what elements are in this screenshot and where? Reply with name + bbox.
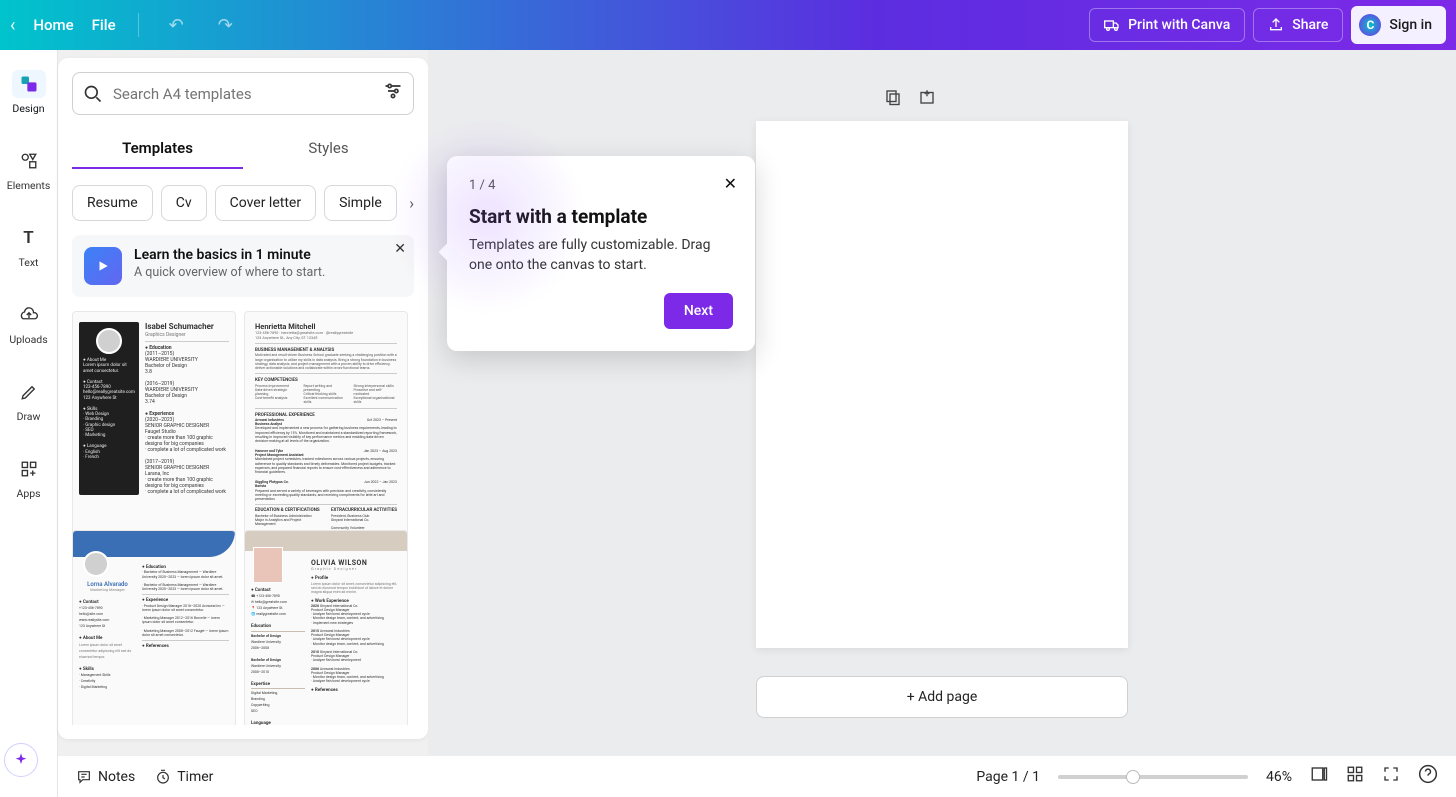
separator xyxy=(138,13,139,37)
template-isabel-schumacher[interactable]: ● About MeLorem ipsum dolor sit amet con… xyxy=(72,311,236,542)
notes-icon xyxy=(76,769,92,785)
fullscreen-icon[interactable] xyxy=(1382,765,1400,788)
zoom-knob[interactable] xyxy=(1126,770,1140,784)
learn-close-icon[interactable]: ✕ xyxy=(394,241,406,257)
elements-icon xyxy=(12,147,46,175)
canva-logo-icon: C xyxy=(1359,14,1381,36)
onboarding-popover: 1 / 4 ✕ Start with a template Templates … xyxy=(447,156,755,351)
filter-icon[interactable] xyxy=(383,81,403,106)
share-label: Share xyxy=(1292,17,1328,33)
file-menu[interactable]: File xyxy=(92,16,116,34)
play-icon xyxy=(84,247,122,285)
notes-button[interactable]: Notes xyxy=(76,769,135,785)
bottom-left: Notes Timer xyxy=(76,769,213,785)
undo-icon[interactable]: ↶ xyxy=(161,11,192,40)
rail-uploads[interactable]: Uploads xyxy=(0,295,57,352)
chip-resume[interactable]: Resume xyxy=(72,185,153,221)
apps-icon xyxy=(12,455,46,483)
blank-page[interactable] xyxy=(756,121,1128,648)
ai-assistant-button[interactable] xyxy=(4,743,38,777)
truck-icon xyxy=(1104,17,1120,33)
rail-design-label: Design xyxy=(12,102,44,115)
chip-cover-letter[interactable]: Cover letter xyxy=(215,185,316,221)
popover-next-button[interactable]: Next xyxy=(664,293,733,329)
rail-uploads-label: Uploads xyxy=(9,333,47,346)
grid-view-icon[interactable] xyxy=(1346,765,1364,788)
uploads-icon xyxy=(12,301,46,329)
top-bar-right: Print with Canva Share C Sign in xyxy=(1089,6,1446,44)
zoom-slider[interactable] xyxy=(1058,775,1248,779)
sparkle-icon xyxy=(13,752,29,768)
share-button[interactable]: Share xyxy=(1253,8,1343,42)
print-label: Print with Canva xyxy=(1128,17,1230,33)
rail-apps[interactable]: Apps xyxy=(0,449,57,506)
help-icon[interactable] xyxy=(1418,764,1438,789)
learn-text: Learn the basics in 1 minute A quick ove… xyxy=(134,247,325,285)
signin-button[interactable]: C Sign in xyxy=(1351,6,1446,44)
rail-design[interactable]: Design xyxy=(0,64,57,121)
popover-step: 1 / 4 xyxy=(469,178,733,193)
print-button[interactable]: Print with Canva xyxy=(1089,8,1245,42)
learn-subtitle: A quick overview of where to start. xyxy=(134,265,325,280)
rail-text[interactable]: T Text xyxy=(0,218,57,275)
templates-panel: Templates Styles Resume Cv Cover letter … xyxy=(58,58,428,739)
redo-icon[interactable]: ↷ xyxy=(210,11,241,40)
rail-draw-label: Draw xyxy=(17,410,41,423)
notes-label: Notes xyxy=(98,769,135,785)
templates-grid: ● About MeLorem ipsum dolor sit amet con… xyxy=(72,311,414,725)
share-icon xyxy=(1268,17,1284,33)
bottom-right: Page 1 / 1 46% xyxy=(976,764,1438,789)
chip-cv[interactable]: Cv xyxy=(161,185,207,221)
timer-label: Timer xyxy=(177,769,213,785)
home-link[interactable]: Home xyxy=(33,16,73,34)
timer-button[interactable]: Timer xyxy=(155,769,213,785)
left-rail: Design Elements T Text Uploads Draw Apps xyxy=(0,50,58,797)
export-page-icon[interactable] xyxy=(918,88,936,111)
signin-label: Sign in xyxy=(1389,17,1432,33)
view-pages-icon[interactable] xyxy=(1310,765,1328,788)
popover-close-icon[interactable]: ✕ xyxy=(724,174,737,193)
chip-simple[interactable]: Simple xyxy=(324,185,397,221)
page-counter: Page 1 / 1 xyxy=(976,769,1040,785)
search-icon xyxy=(83,84,103,104)
chips-scroll-right-icon[interactable]: › xyxy=(405,194,414,213)
search-input[interactable] xyxy=(113,85,373,103)
rail-draw[interactable]: Draw xyxy=(0,372,57,429)
back-chevron-icon[interactable]: ‹ xyxy=(10,15,15,36)
learn-title: Learn the basics in 1 minute xyxy=(134,247,325,263)
popover-title: Start with a template xyxy=(469,205,733,228)
draw-icon xyxy=(12,378,46,406)
rail-text-label: Text xyxy=(19,256,39,269)
add-page-button[interactable]: + Add page xyxy=(756,676,1128,718)
popover-body: Templates are fully customizable. Drag o… xyxy=(469,236,733,275)
template-olivia-wilson[interactable]: ● Contact☎ +123-456-7890✉ hello@greatsit… xyxy=(244,530,408,725)
rail-elements[interactable]: Elements xyxy=(0,141,57,198)
category-chips: Resume Cv Cover letter Simple › xyxy=(72,185,414,221)
panel-tabs: Templates Styles xyxy=(72,129,414,169)
zoom-value: 46% xyxy=(1266,769,1292,785)
design-icon xyxy=(12,70,46,98)
text-icon: T xyxy=(12,224,46,252)
top-bar: ‹ Home File ↶ ↷ Print with Canva Share C… xyxy=(0,0,1456,50)
rail-elements-label: Elements xyxy=(7,179,51,192)
bottom-bar: Notes Timer Page 1 / 1 46% xyxy=(58,755,1456,797)
rail-apps-label: Apps xyxy=(16,487,40,500)
tab-templates[interactable]: Templates xyxy=(72,129,243,169)
canvas-toolbar xyxy=(428,50,1456,121)
duplicate-page-icon[interactable] xyxy=(884,88,902,111)
tab-styles[interactable]: Styles xyxy=(243,129,414,169)
template-lorna-alvarado[interactable]: Lorna Alvarado Marketing Manager ● Conta… xyxy=(72,530,236,725)
top-bar-left: ‹ Home File ↶ ↷ xyxy=(10,11,241,40)
timer-icon xyxy=(155,769,171,785)
template-henrietta-mitchell[interactable]: Henrietta Mitchell 123-456-7890 · henrie… xyxy=(244,311,408,542)
search-container xyxy=(72,72,414,115)
learn-basics-card[interactable]: Learn the basics in 1 minute A quick ove… xyxy=(72,235,414,297)
